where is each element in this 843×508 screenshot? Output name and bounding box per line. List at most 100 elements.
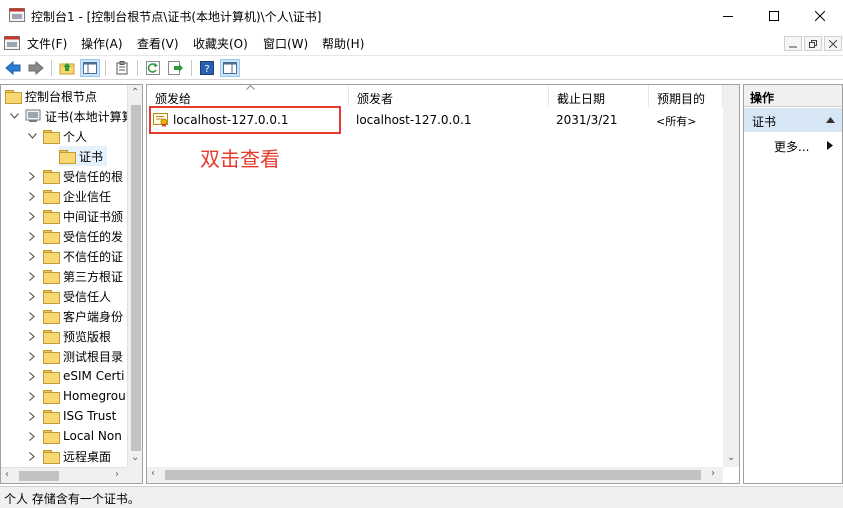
refresh-button[interactable] [143, 59, 163, 77]
tree-item-store-folder[interactable]: 受信任的根 [27, 166, 123, 186]
tree-item-store-folder[interactable]: 预览版根 [27, 326, 111, 346]
child-minimize-button[interactable] [784, 36, 802, 51]
tree-item-console-root[interactable]: 控制台根节点 [5, 86, 97, 106]
scrollbar-thumb[interactable] [165, 470, 701, 480]
menu-file[interactable]: 文件(F) [27, 35, 67, 52]
scroll-right-arrow-icon[interactable]: › [115, 469, 119, 480]
folder-icon [43, 210, 60, 224]
tree-item-store-folder[interactable]: 受信任人 [27, 286, 111, 306]
help-icon: ? [200, 61, 214, 75]
clipboard-icon [116, 61, 128, 75]
annotation-highlight-box [149, 106, 341, 134]
chevron-right-icon[interactable] [27, 371, 37, 381]
show-hide-tree-button[interactable] [80, 59, 100, 77]
tree-item-store-folder[interactable]: 远程桌面 [27, 446, 111, 466]
toolbar-separator [191, 60, 192, 76]
tree-item-store-folder[interactable]: 测试根目录 [27, 346, 123, 366]
tree-item-store-folder[interactable]: ISG Trust [27, 406, 116, 426]
child-restore-button[interactable] [804, 36, 822, 51]
chevron-right-icon[interactable] [27, 451, 37, 461]
list-vertical-scrollbar[interactable]: ⌄ [723, 85, 739, 467]
properties-button[interactable] [112, 59, 132, 77]
menu-help[interactable]: 帮助(H) [322, 35, 364, 52]
folder-icon [43, 190, 60, 204]
close-button[interactable] [797, 0, 843, 31]
menu-window[interactable]: 窗口(W) [263, 35, 308, 52]
chevron-down-icon[interactable] [27, 131, 37, 141]
tree-item-store-folder[interactable]: Homegrou [27, 386, 126, 406]
show-hide-action-pane-button[interactable] [220, 59, 240, 77]
window-title: 控制台1 - [控制台根节点\证书(本地计算机)\个人\证书] [31, 10, 322, 24]
tree-item-label: 受信任的根 [63, 169, 124, 184]
menu-favorites[interactable]: 收藏夹(O) [193, 35, 248, 52]
actions-section-certificates[interactable]: 证书 [744, 108, 842, 132]
minimize-button[interactable] [705, 0, 751, 31]
back-button[interactable] [3, 59, 23, 77]
menu-action[interactable]: 操作(A) [81, 35, 123, 52]
folder-icon [43, 410, 60, 424]
help-button[interactable]: ? [197, 59, 217, 77]
chevron-right-icon[interactable] [27, 351, 37, 361]
action-pane-icon [223, 62, 237, 74]
chevron-right-icon[interactable] [27, 211, 37, 221]
list-horizontal-scrollbar[interactable]: ‹ › [147, 467, 723, 483]
chevron-right-icon[interactable] [27, 251, 37, 261]
console-tree-icon [83, 62, 97, 74]
tree-item-personal-certificates[interactable]: 证书 [59, 146, 108, 166]
tree-item-store-folder[interactable]: 客户端身份 [27, 306, 123, 326]
up-one-level-button[interactable] [57, 59, 77, 77]
folder-icon [43, 310, 60, 324]
chevron-right-icon[interactable] [27, 291, 37, 301]
maximize-button[interactable] [751, 0, 797, 31]
scroll-up-arrow-icon[interactable]: ⌃ [131, 87, 139, 98]
tree-item-store-folder[interactable]: Local Non [27, 426, 122, 446]
chevron-right-icon[interactable] [827, 141, 833, 150]
scroll-down-arrow-icon[interactable]: ⌄ [131, 452, 139, 463]
tree-item-store-folder[interactable]: 中间证书颁 [27, 206, 123, 226]
chevron-right-icon[interactable] [27, 391, 37, 401]
chevron-down-icon[interactable] [9, 111, 19, 121]
tree-horizontal-scrollbar[interactable]: ‹ › [1, 467, 127, 483]
chevron-right-icon[interactable] [27, 411, 37, 421]
child-close-button[interactable] [824, 36, 842, 51]
details-list-pane: 颁发给 颁发者 截止日期 预期目的 localhost-127.0.0.1 lo… [146, 84, 740, 484]
column-header-label: 截止日期 [557, 92, 606, 106]
chevron-right-icon[interactable] [27, 431, 37, 441]
certificate-store-icon [25, 109, 41, 122]
tree-vertical-scrollbar[interactable]: ⌃ ⌄ [127, 85, 142, 467]
tree-item-label: 测试根目录 [63, 349, 124, 364]
menu-view[interactable]: 查看(V) [137, 35, 179, 52]
column-header-issued-by[interactable]: 颁发者 [349, 85, 549, 107]
chevron-right-icon[interactable] [27, 171, 37, 181]
more-actions-link[interactable]: 更多... [774, 138, 809, 155]
column-header-issued-to[interactable]: 颁发给 [147, 85, 349, 107]
scroll-left-arrow-icon[interactable]: ‹ [151, 468, 155, 479]
column-header-expiration-date[interactable]: 截止日期 [549, 85, 649, 107]
scroll-right-arrow-icon[interactable]: › [711, 468, 715, 479]
tree-item-store-folder[interactable]: 不信任的证 [27, 246, 123, 266]
tree-item-certificates-local-computer[interactable]: 证书(本地计算算 [9, 106, 134, 126]
folder-icon [43, 450, 60, 464]
mmc-system-menu-icon[interactable] [4, 36, 20, 50]
scrollbar-thumb[interactable] [131, 105, 141, 451]
chevron-right-icon[interactable] [27, 271, 37, 281]
chevron-right-icon[interactable] [27, 191, 37, 201]
export-list-button[interactable] [166, 59, 186, 77]
tree-item-label: 证书 [79, 149, 104, 164]
tree-item-store-folder[interactable]: eSIM Certi [27, 366, 124, 386]
scroll-left-arrow-icon[interactable]: ‹ [5, 469, 9, 480]
tree-item-store-folder[interactable]: 企业信任 [27, 186, 111, 206]
column-header-intended-purposes[interactable]: 预期目的 [649, 85, 723, 107]
collapse-up-icon[interactable] [826, 117, 835, 123]
tree-item-store-folder[interactable]: 受信任的发 [27, 226, 123, 246]
forward-button[interactable] [26, 59, 46, 77]
tree-item-personal[interactable]: 个人 [27, 126, 87, 146]
chevron-right-icon[interactable] [27, 311, 37, 321]
tree-item-label: Homegrou [63, 389, 126, 403]
chevron-right-icon[interactable] [27, 231, 37, 241]
scroll-down-arrow-icon[interactable]: ⌄ [727, 452, 735, 463]
tree-item-store-folder[interactable]: 第三方根证 [27, 266, 123, 286]
chevron-right-icon[interactable] [27, 331, 37, 341]
annotation-text: 双击查看 [200, 147, 280, 171]
scrollbar-thumb[interactable] [19, 471, 59, 481]
